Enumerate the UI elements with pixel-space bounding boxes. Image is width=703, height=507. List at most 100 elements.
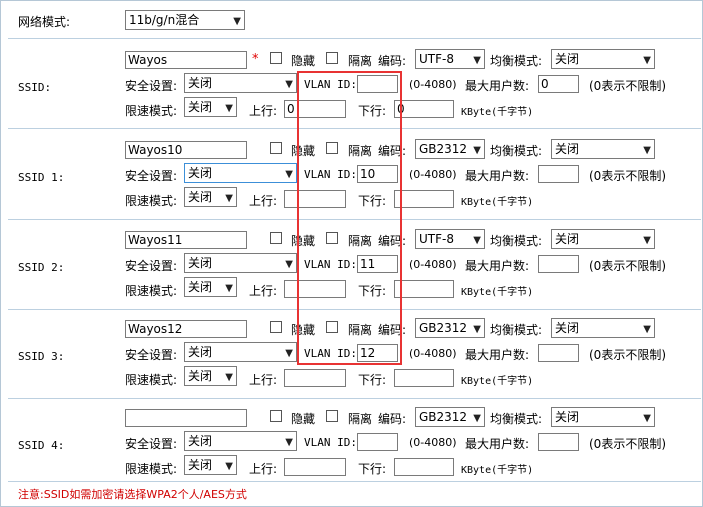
encoding-select[interactable]: UTF-8 ▼ [415,49,485,69]
max-users-input[interactable] [538,433,579,451]
chevron-down-icon: ▼ [643,55,651,66]
rate-mode-select[interactable]: 关闭 ▼ [184,277,237,297]
encoding-select[interactable]: GB2312 ▼ [415,318,485,338]
isolate-checkbox[interactable] [326,321,338,333]
security-select[interactable]: 关闭 ▼ [184,73,297,93]
chevron-down-icon: ▼ [285,79,293,90]
max-users-label: 最大用户数: [465,259,530,273]
rate-mode-value: 关闭 [188,190,213,204]
security-select[interactable]: 关闭 ▼ [184,342,297,362]
rate-mode-select[interactable]: 关闭 ▼ [184,455,237,475]
divider [8,219,701,220]
ssid-label: SSID 4: [18,439,65,452]
chevron-down-icon: ▼ [643,145,651,156]
balance-value: 关闭 [555,142,580,156]
vlan-range-label: (0-4080) [409,436,457,449]
upload-input[interactable] [284,369,346,387]
rate-mode-value: 关闭 [188,280,213,294]
encoding-select[interactable]: GB2312 ▼ [415,407,485,427]
download-input[interactable] [394,280,454,298]
vlan-label: VLAN ID: [304,436,357,449]
max-users-input[interactable] [538,255,579,273]
balance-select[interactable]: 关闭 ▼ [551,49,655,69]
isolate-checkbox[interactable] [326,410,338,422]
network-mode-select[interactable]: 11b/g/n混合 ▼ [125,10,245,30]
rate-mode-select[interactable]: 关闭 ▼ [184,187,237,207]
download-input[interactable] [394,190,454,208]
security-label: 安全设置: [125,169,178,183]
security-select[interactable]: 关闭 ▼ [184,253,297,273]
download-label: 下行: [358,104,387,118]
hide-checkbox[interactable] [270,52,282,64]
vlan-id-input[interactable] [357,433,398,451]
security-value: 关闭 [188,434,213,448]
security-select[interactable]: 关闭 ▼ [184,163,297,183]
no-limit-label: (0表示不限制) [589,169,666,183]
encoding-value: UTF-8 [419,52,454,66]
upload-input[interactable] [284,190,346,208]
encoding-select[interactable]: UTF-8 ▼ [415,229,485,249]
ssid-name-input[interactable]: Wayos11 [125,231,247,249]
max-users-input[interactable] [538,344,579,362]
balance-label: 均衡模式: [490,323,543,337]
upload-input[interactable]: 0 [284,100,346,118]
max-users-input[interactable] [538,165,579,183]
chevron-down-icon: ▼ [225,372,233,383]
encoding-value: GB2312 [419,142,468,156]
download-input[interactable]: 0 [394,100,454,118]
hide-checkbox[interactable] [270,321,282,333]
balance-label: 均衡模式: [490,144,543,158]
balance-label: 均衡模式: [490,412,543,426]
vlan-range-label: (0-4080) [409,347,457,360]
balance-select[interactable]: 关闭 ▼ [551,229,655,249]
vlan-id-input[interactable] [357,75,398,93]
chevron-down-icon: ▼ [285,348,293,359]
download-input[interactable] [394,458,454,476]
upload-input[interactable] [284,280,346,298]
encoding-label: 编码: [378,234,407,248]
chevron-down-icon: ▼ [643,324,651,335]
rate-mode-value: 关闭 [188,100,213,114]
security-label: 安全设置: [125,259,178,273]
balance-select[interactable]: 关闭 ▼ [551,139,655,159]
hide-checkbox[interactable] [270,142,282,154]
hide-label: 隐藏 [291,412,316,426]
chevron-down-icon: ▼ [643,235,651,246]
balance-select[interactable]: 关闭 ▼ [551,318,655,338]
upload-label: 上行: [249,373,278,387]
vlan-id-input[interactable]: 11 [357,255,398,273]
chevron-down-icon: ▼ [233,16,241,27]
vlan-range-label: (0-4080) [409,78,457,91]
security-select[interactable]: 关闭 ▼ [184,431,297,451]
divider [8,309,701,310]
hide-label: 隐藏 [291,234,316,248]
encoding-select[interactable]: GB2312 ▼ [415,139,485,159]
chevron-down-icon: ▼ [285,437,293,448]
vlan-label: VLAN ID: [304,78,357,91]
ssid-name-input[interactable] [125,409,247,427]
balance-select[interactable]: 关闭 ▼ [551,407,655,427]
encoding-value: GB2312 [419,321,468,335]
upload-input[interactable] [284,458,346,476]
vlan-label: VLAN ID: [304,347,357,360]
isolate-checkbox[interactable] [326,232,338,244]
vlan-id-input[interactable]: 12 [357,344,398,362]
hide-checkbox[interactable] [270,232,282,244]
chevron-down-icon: ▼ [285,259,293,270]
upload-label: 上行: [249,462,278,476]
rate-mode-label: 限速模式: [125,104,178,118]
ssid-name-input[interactable]: Wayos10 [125,141,247,159]
rate-mode-select[interactable]: 关闭 ▼ [184,366,237,386]
rate-mode-select[interactable]: 关闭 ▼ [184,97,237,117]
chevron-down-icon: ▼ [225,283,233,294]
isolate-checkbox[interactable] [326,142,338,154]
balance-value: 关闭 [555,232,580,246]
ssid-name-input[interactable]: Wayos [125,51,247,69]
max-users-input[interactable]: 0 [538,75,579,93]
ssid-name-input[interactable]: Wayos12 [125,320,247,338]
hide-label: 隐藏 [291,54,316,68]
hide-checkbox[interactable] [270,410,282,422]
vlan-id-input[interactable]: 10 [357,165,398,183]
download-input[interactable] [394,369,454,387]
isolate-checkbox[interactable] [326,52,338,64]
